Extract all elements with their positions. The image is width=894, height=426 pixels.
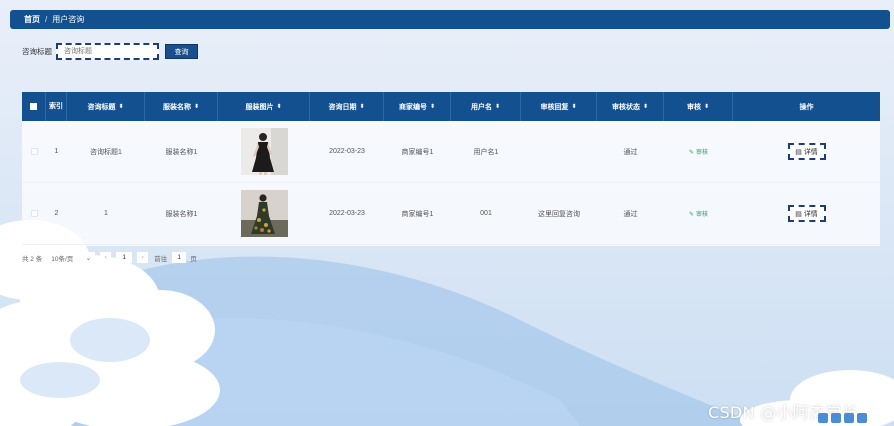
cell-date: 2022-03-23 (329, 210, 365, 217)
breadcrumb-home[interactable]: 首页 (24, 14, 40, 25)
header-index: 索引 (46, 92, 67, 121)
doc-icon: ▤ (795, 148, 802, 156)
sort-icon: ⬍ (494, 104, 501, 110)
system-tray (818, 413, 870, 423)
cell-title: 1 (104, 210, 108, 217)
header-title[interactable]: 咨询标题 ⬍ (67, 92, 145, 121)
audit-label: 审核 (696, 212, 709, 218)
header-label: 服装图片 (245, 103, 274, 111)
detail-button[interactable]: ▤ 详情 (787, 143, 826, 160)
next-page-button[interactable]: › (137, 252, 149, 263)
tray-app-icon[interactable] (844, 413, 854, 423)
search-label: 咨询标题 (22, 47, 52, 56)
cell-merchant: 商家编号1 (401, 210, 434, 218)
cell-name: 服装名称1 (165, 210, 198, 218)
breadcrumb: 首页 / 用户咨询 (10, 10, 890, 29)
cell-user: 001 (480, 210, 492, 217)
consultation-table: 索引 咨询标题 ⬍ 服装名称 ⬍ 服装图片 ⬍ 咨询日期 ⬍ 商家编号 ⬍ 用户名 ⬍ 审核… (22, 92, 880, 246)
cell-status: 通过 (623, 148, 638, 156)
pagination: 共 2 条 10条/页 ⌄ ‹ 1 › 前往 1 页 (22, 252, 197, 263)
header-label: 审核回复 (540, 103, 569, 111)
sort-icon: ⬍ (429, 104, 436, 110)
search-bar: 咨询标题 查询 (22, 43, 198, 60)
cell-reply (521, 121, 597, 182)
row-checkbox[interactable] (30, 210, 38, 217)
detail-label: 详情 (803, 210, 818, 218)
row-checkbox[interactable] (30, 148, 38, 155)
goto-label: 前往 (154, 255, 168, 263)
header-actions: 操作 (799, 103, 814, 111)
tray-app-icon[interactable] (857, 413, 867, 423)
audit-label: 审核 (696, 150, 709, 156)
header-date[interactable]: 咨询日期 ⬍ (310, 92, 384, 121)
chevron-down-icon: ⌄ (85, 254, 92, 262)
audit-link[interactable]: ✎ 审核 (689, 209, 708, 218)
cell-name: 服装名称1 (165, 148, 198, 156)
sort-icon: ⬍ (571, 104, 577, 110)
search-input[interactable] (56, 43, 159, 60)
chevron-right-icon: › (141, 254, 144, 261)
audit-link[interactable]: ✎ 审核 (689, 147, 708, 156)
sort-icon: ⬍ (703, 104, 710, 110)
prev-page-button[interactable]: ‹ (100, 252, 112, 263)
cell-status: 通过 (623, 210, 638, 218)
header-label: 用户名 (470, 103, 492, 111)
sort-icon: ⬍ (276, 104, 282, 110)
header-merchant[interactable]: 商家编号 ⬍ (384, 92, 451, 121)
header-user[interactable]: 用户名 ⬍ (451, 92, 521, 121)
breadcrumb-separator: / (45, 15, 48, 24)
select-all-checkbox[interactable] (30, 103, 37, 110)
clothing-image (240, 190, 288, 237)
cell-merchant: 商家编号1 (401, 148, 434, 156)
sort-icon: ⬍ (118, 104, 124, 110)
cell-reply: 这里回复咨询 (538, 210, 580, 218)
breadcrumb-current: 用户咨询 (52, 15, 85, 24)
page-size-select[interactable]: 10条/页 ⌄ (47, 252, 96, 263)
header-image[interactable]: 服装图片 ⬍ (218, 92, 310, 121)
sort-icon: ⬍ (193, 104, 200, 110)
header-label: 商家编号 (398, 103, 427, 111)
sort-icon: ⬍ (642, 104, 649, 110)
search-button[interactable]: 查询 (165, 44, 198, 59)
tray-app-icon[interactable] (831, 413, 841, 423)
header-label: 审核状态 (611, 103, 640, 111)
cell-index: 1 (54, 148, 59, 155)
cell-title: 咨询标题1 (90, 148, 122, 156)
table-header: 索引 咨询标题 ⬍ 服装名称 ⬍ 服装图片 ⬍ 咨询日期 ⬍ 商家编号 ⬍ 用户名 ⬍ 审核… (22, 92, 880, 121)
header-label: 审核 (686, 103, 701, 111)
header-label: 咨询标题 (87, 103, 116, 111)
chevron-left-icon: ‹ (104, 254, 107, 261)
tray-app-icon[interactable] (818, 413, 828, 423)
sort-icon: ⬍ (359, 104, 365, 110)
pen-icon: ✎ (688, 150, 694, 156)
header-select-all[interactable] (22, 92, 46, 121)
header-reply[interactable]: 审核回复 ⬍ (521, 92, 597, 121)
header-label: 服装名称 (162, 103, 191, 111)
page-number[interactable]: 1 (116, 252, 133, 263)
page-size-value: 10条/页 (51, 255, 74, 263)
table-row: 1 咨询标题1 服装名称1 2022-03-23 商家编号1 用户名1 通过 ✎… (22, 121, 880, 183)
goto-page-input[interactable]: 1 (172, 252, 187, 263)
header-status[interactable]: 审核状态 ⬍ (597, 92, 664, 121)
pager-total: 共 2 条 (22, 255, 43, 263)
header-audit[interactable]: 审核 ⬍ (664, 92, 733, 121)
header-label: 咨询日期 (328, 103, 357, 111)
clothing-image (240, 128, 288, 175)
page-unit-label: 页 (190, 255, 197, 263)
cell-index: 2 (54, 210, 59, 217)
detail-label: 详情 (803, 148, 818, 156)
pen-icon: ✎ (688, 212, 694, 218)
detail-button[interactable]: ▤ 详情 (787, 205, 826, 222)
header-name[interactable]: 服装名称 ⬍ (145, 92, 218, 121)
cell-date: 2022-03-23 (329, 148, 365, 155)
table-row: 2 1 服装名称1 2022-03-23 商家编号1 001 这里回复咨询 通过… (22, 183, 880, 245)
cell-user: 用户名1 (473, 148, 499, 156)
doc-icon: ▤ (795, 210, 802, 218)
